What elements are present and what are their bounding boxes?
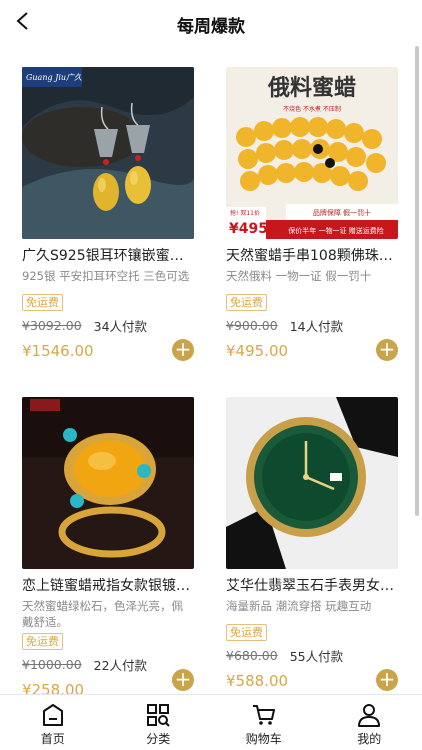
original-price: ¥3092.00 [22,318,82,333]
bracelet-banner-tagline: 不烧色 不水煮 不压制 [283,105,341,113]
tab-category[interactable]: 分类 [106,695,212,750]
sale-price: ¥588.00 [226,672,289,690]
bracelet-banner-title: 俄料蜜蜡 [267,75,356,101]
sold-count: 14人付款 [289,319,344,334]
product-subtitle: 天然俄料 一物一证 假一罚十 [226,269,372,283]
brand-logo: Guang Jiu广久 [26,73,82,82]
back-button[interactable] [10,8,36,34]
product-card[interactable]: 俄料蜜蜡 不烧色 不水煮 不压制 品牌保障 假一罚十 保价半年 一物一证 赠送运… [226,67,398,361]
sold-count: 55人付款 [289,649,344,664]
user-icon [358,704,381,727]
plus-icon: + [174,667,192,691]
plus-icon: + [378,667,396,691]
bracelet-banner-badge: 品牌保障 假一罚十 [313,208,371,217]
watch-image[interactable] [226,397,398,569]
product-subtitle: 925银 平安扣耳环空托 三色可选 [22,269,190,283]
add-to-cart-button[interactable]: + [172,339,194,361]
tab-label: 首页 [40,732,65,746]
product-grid: Guang Jiu广久 广久S925银耳环镶嵌蜜蜡吊坠 925银 平安扣耳环空托… [0,60,422,694]
plus-icon: + [174,337,192,361]
tab-cart[interactable]: 购物车 [211,695,317,750]
product-subtitle: 海量新品 潮流穿搭 玩趣互动 [226,599,372,613]
sale-price: ¥495.00 [226,342,289,360]
tab-home[interactable]: 首页 [0,695,106,750]
bracelet-banner-price: ¥495 [229,221,268,237]
sold-count: 22人付款 [93,658,148,673]
cart-icon [252,705,275,725]
bracelet-image[interactable]: 俄料蜜蜡 不烧色 不水煮 不压制 品牌保障 假一罚十 保价半年 一物一证 赠送运… [226,67,398,239]
tab-label: 分类 [146,732,171,746]
original-price: ¥680.00 [226,648,278,663]
free-shipping-badge: 免运费 [22,294,63,311]
tab-label: 购物车 [245,732,282,746]
add-to-cart-button[interactable]: + [376,669,398,691]
sale-price: ¥258.00 [22,681,85,694]
home-icon [42,704,63,726]
product-name[interactable]: 广久S925银耳环镶嵌蜜蜡吊坠 [22,246,194,266]
free-shipping-badge: 免运费 [22,633,63,650]
product-card[interactable]: 艾华仕翡翠玉石手表男女士腕表 海量新品 潮流穿搭 玩趣互动 免运费 ¥680.0… [226,397,398,691]
ring-image[interactable] [22,397,194,569]
add-to-cart-button[interactable]: + [376,339,398,361]
plus-icon: + [378,337,396,361]
free-shipping-badge: 免运费 [226,294,267,311]
page-title: 每周爆款 [177,17,245,37]
product-card[interactable]: Guang Jiu广久 广久S925银耳环镶嵌蜜蜡吊坠 925银 平安扣耳环空托… [22,67,194,361]
sold-count: 34人付款 [93,319,148,334]
chevron-left-icon [16,12,28,30]
product-name[interactable]: 艾华仕翡翠玉石手表男女士腕表 [226,576,398,596]
product-name[interactable]: 恋上链蜜蜡戒指女款银镀金镶嵌 [22,576,194,596]
free-shipping-badge: 免运费 [226,624,267,641]
tab-label: 我的 [357,732,382,746]
bracelet-banner-price-note: 抢! 双11价 [230,209,260,217]
category-search-icon [147,704,170,727]
bracelet-banner-promo: 保价半年 一物一证 赠送运费险 [288,226,383,235]
original-price: ¥1000.00 [22,657,82,672]
earrings-image[interactable]: Guang Jiu广久 [22,67,194,239]
original-price: ¥900.00 [226,318,278,333]
sale-price: ¥1546.00 [22,342,94,360]
header-bar: 每周爆款 [0,0,422,46]
product-card[interactable]: 恋上链蜜蜡戒指女款银镀金镶嵌 天然蜜蜡绿松石，色泽光亮，佩戴舒适。 免运费 ¥1… [22,397,194,694]
tab-mine[interactable]: 我的 [317,695,422,750]
add-to-cart-button[interactable]: + [172,669,194,691]
product-name[interactable]: 天然蜜蜡手串108颗佛珠琥珀 [226,246,398,266]
bottom-tab-bar: 首页 分类 购物车 我的 [0,694,422,750]
product-subtitle: 天然蜜蜡绿松石，色泽光亮，佩戴舒适。 [22,599,183,629]
